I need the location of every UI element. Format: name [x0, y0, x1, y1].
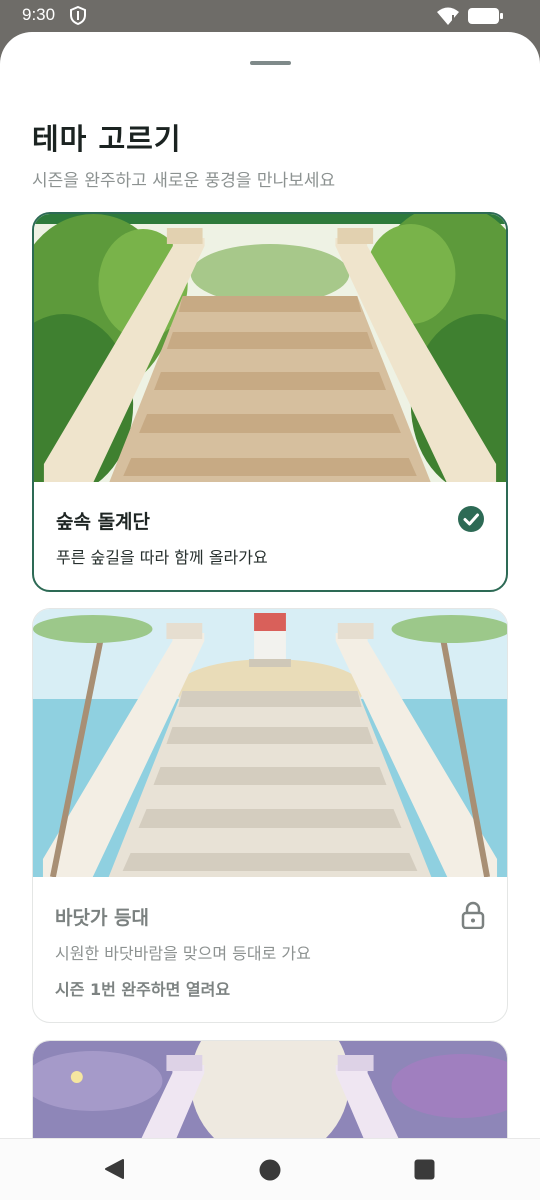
recents-icon[interactable] — [414, 1159, 435, 1180]
status-bar: 9:30 — [0, 0, 540, 32]
lock-icon — [461, 901, 485, 929]
night-staircase-image — [33, 1041, 507, 1138]
back-icon[interactable] — [103, 1158, 125, 1180]
seaside-staircase-image — [33, 609, 507, 877]
theme-name: 바닷가 등대 — [55, 907, 150, 929]
page-title: 테마 고르기 — [32, 122, 182, 156]
shield-icon — [70, 6, 86, 25]
forest-staircase-image — [34, 214, 506, 482]
check-circle-icon — [458, 506, 484, 532]
theme-description: 푸른 숲길을 따라 함께 올라가요 — [56, 548, 268, 567]
theme-card-forest[interactable]: 숲속 돌계단 푸른 숲길을 따라 함께 올라가요 — [32, 212, 508, 592]
theme-card-night[interactable] — [32, 1040, 508, 1138]
theme-description: 시원한 바닷바람을 맞으며 등대로 가요 — [55, 944, 311, 963]
page-subtitle: 시즌을 완주하고 새로운 풍경을 만나보세요 — [32, 171, 336, 191]
theme-name: 숲속 돌계단 — [56, 511, 151, 533]
unlock-requirement: 시즌 1번 완주하면 열려요 — [55, 980, 231, 999]
system-navigation-bar — [0, 1138, 540, 1200]
battery-icon — [468, 8, 503, 24]
drag-handle[interactable] — [250, 61, 291, 65]
theme-card-seaside[interactable]: 바닷가 등대 시원한 바닷바람을 맞으며 등대로 가요 시즌 1번 완주하면 열… — [32, 608, 508, 1023]
wifi-icon — [437, 7, 459, 25]
status-time: 9:30 — [22, 5, 56, 24]
home-icon[interactable] — [259, 1159, 281, 1181]
theme-picker-sheet: 테마 고르기 시즌을 완주하고 새로운 풍경을 만나보세요 숲속 돌계단 푸른 — [0, 32, 540, 1138]
